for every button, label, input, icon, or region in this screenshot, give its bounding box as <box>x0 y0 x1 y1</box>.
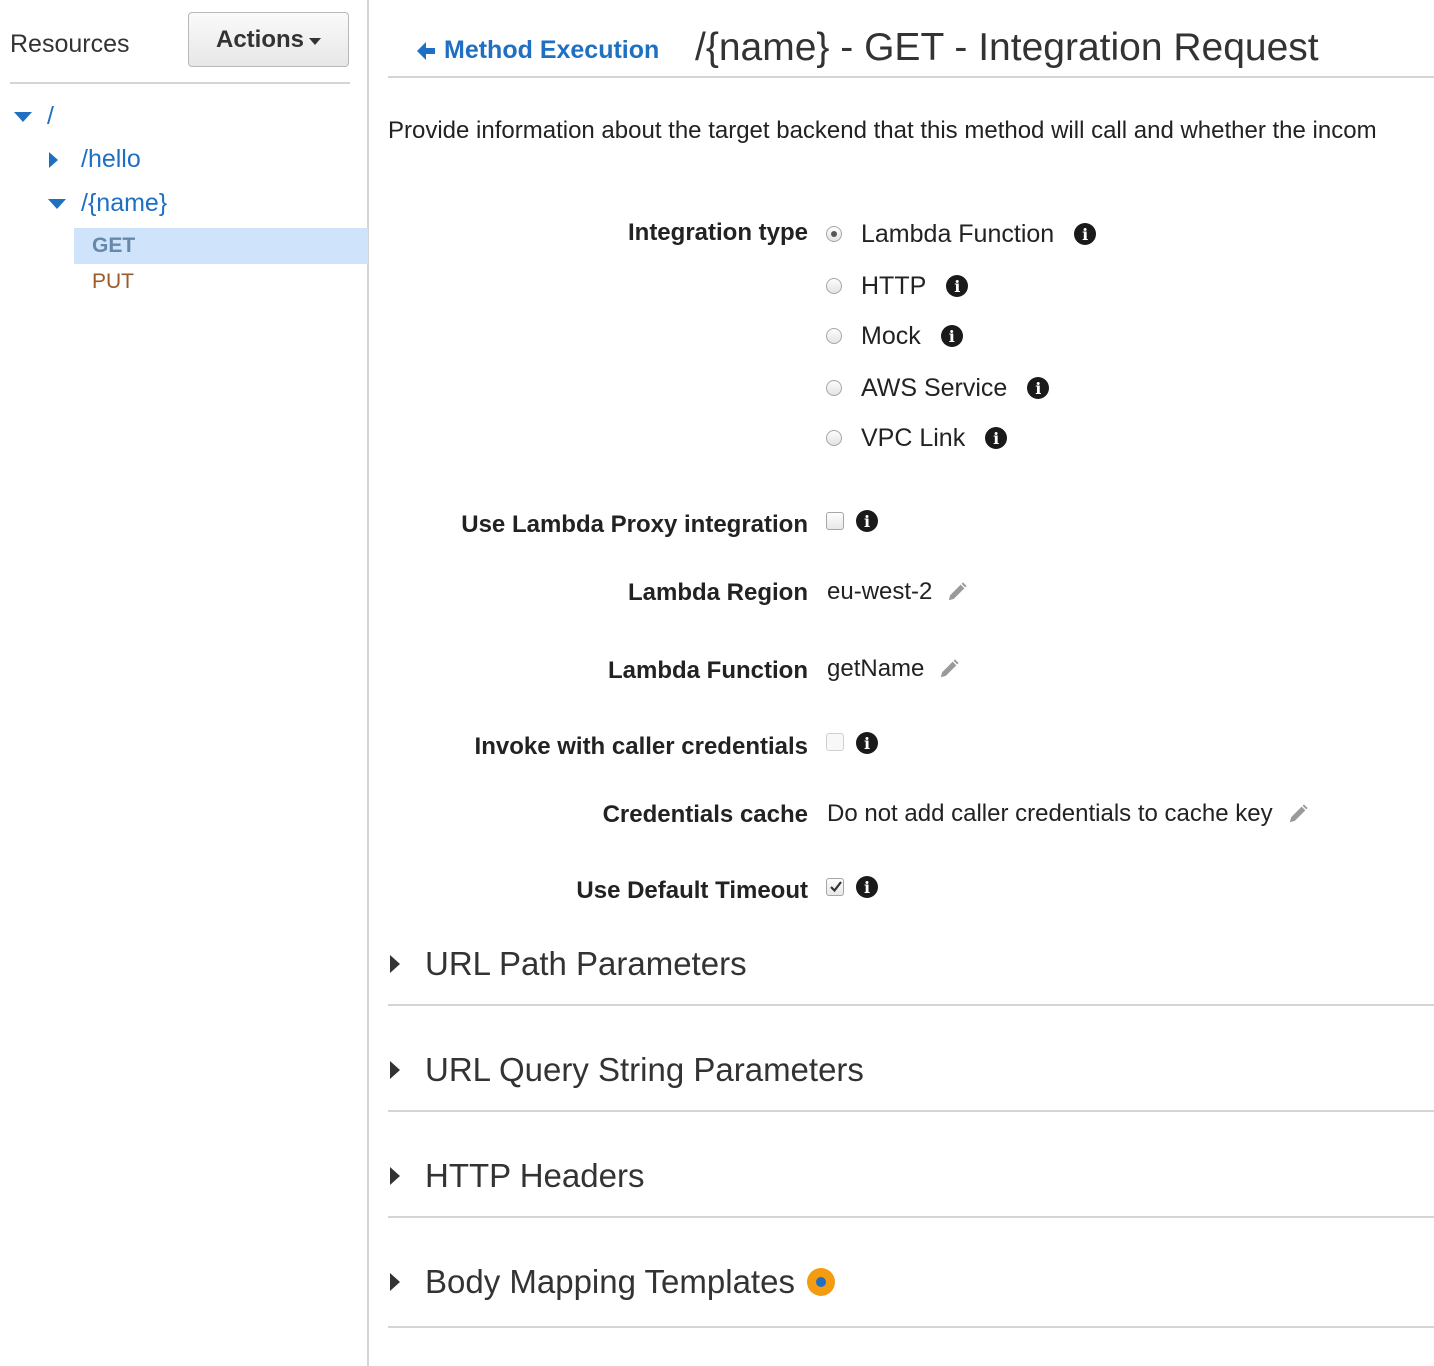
method-execution-label: Method Execution <box>444 36 660 64</box>
credentials-cache-value: Do not add caller credentials to cache k… <box>827 800 1273 827</box>
triangle-right-icon <box>49 151 58 168</box>
resources-title: Resources <box>10 30 130 58</box>
lambda-region-value: eu-west-2 <box>827 578 933 605</box>
actions-button[interactable]: Actions <box>188 12 349 67</box>
tree-item-hello[interactable]: /hello <box>49 145 141 174</box>
radio-option-aws-service[interactable]: AWS Service i <box>826 373 1050 403</box>
radio-option-http[interactable]: HTTP i <box>826 271 969 301</box>
default-timeout-label: Use Default Timeout <box>576 877 808 904</box>
tree-item-label: / <box>47 102 54 130</box>
warning-badge-icon <box>806 1268 835 1296</box>
radio-option-vpc-link[interactable]: VPC Link i <box>826 423 1008 453</box>
pencil-icon[interactable] <box>938 658 960 680</box>
page-description: Provide information about the target bac… <box>388 117 1377 144</box>
section-divider <box>388 1326 1434 1328</box>
radio-label: AWS Service <box>861 373 1008 402</box>
invoke-caller-credentials-label: Invoke with caller credentials <box>474 733 808 760</box>
radio-button[interactable] <box>826 226 842 242</box>
lambda-proxy-label: Use Lambda Proxy integration <box>461 511 808 538</box>
invoke-caller-credentials-checkbox[interactable] <box>826 733 844 751</box>
integration-type-label: Integration type <box>627 219 808 246</box>
tree-item-root[interactable]: / <box>14 102 54 131</box>
radio-label: Mock <box>861 321 921 350</box>
section-title: URL Path Parameters <box>425 945 747 982</box>
actions-button-label: Actions <box>215 25 304 53</box>
lambda-proxy-checkbox[interactable] <box>826 512 844 530</box>
info-icon[interactable]: i <box>1074 223 1097 245</box>
tree-item-label: /hello <box>81 145 141 173</box>
triangle-right-icon <box>390 1167 400 1185</box>
sidebar-divider <box>10 82 350 84</box>
section-divider <box>388 1110 1434 1112</box>
tree-item-label: /{name} <box>81 189 168 217</box>
section-body-mapping-templates[interactable]: Body Mapping Templates <box>388 1252 1434 1312</box>
info-icon[interactable]: i <box>856 876 878 898</box>
caret-down-icon <box>309 38 321 45</box>
resources-sidebar: Resources Actions / /hello /{name} GET P… <box>0 0 369 1366</box>
info-icon[interactable]: i <box>856 510 878 532</box>
header-divider <box>388 76 1434 78</box>
info-icon[interactable]: i <box>856 732 878 754</box>
section-title: HTTP Headers <box>425 1157 645 1194</box>
radio-button[interactable] <box>826 328 842 344</box>
lambda-region-value-row: eu-west-2 <box>827 578 968 606</box>
credentials-cache-value-row: Do not add caller credentials to cache k… <box>827 800 1309 828</box>
info-icon[interactable]: i <box>946 275 969 297</box>
pencil-icon[interactable] <box>946 581 968 603</box>
lambda-function-label: Lambda Function <box>608 657 808 684</box>
warning-dot <box>815 1277 826 1287</box>
radio-button[interactable] <box>826 380 842 396</box>
lambda-region-label: Lambda Region <box>627 579 808 606</box>
lambda-function-value: getName <box>827 655 925 682</box>
triangle-down-icon <box>48 198 66 209</box>
tree-method-get[interactable]: GET <box>74 228 368 264</box>
default-timeout-checkbox[interactable] <box>826 878 844 896</box>
section-divider <box>388 1216 1434 1218</box>
radio-label: VPC Link <box>861 423 966 452</box>
section-url-path-parameters[interactable]: URL Path Parameters <box>388 934 1434 994</box>
section-title: Body Mapping Templates <box>425 1263 795 1300</box>
info-icon[interactable]: i <box>940 325 963 347</box>
radio-label: Lambda Function <box>861 219 1055 248</box>
page-title: /{name} - GET - Integration Request <box>695 26 1319 69</box>
triangle-right-icon <box>390 1273 400 1291</box>
triangle-right-icon <box>390 1061 400 1079</box>
lambda-function-value-row: getName <box>827 655 960 683</box>
tree-item-name[interactable]: /{name} <box>48 189 167 218</box>
section-divider <box>388 1004 1434 1006</box>
info-icon[interactable]: i <box>985 427 1008 449</box>
radio-button[interactable] <box>826 430 842 446</box>
pencil-icon[interactable] <box>1287 803 1309 825</box>
section-url-query-string-parameters[interactable]: URL Query String Parameters <box>388 1040 1434 1100</box>
radio-label: HTTP <box>861 271 927 300</box>
credentials-cache-label: Credentials cache <box>602 801 808 828</box>
triangle-down-icon <box>14 111 32 122</box>
section-http-headers[interactable]: HTTP Headers <box>388 1146 1434 1206</box>
triangle-right-icon <box>390 955 400 973</box>
radio-option-lambda-function[interactable]: Lambda Function i <box>826 219 1097 249</box>
info-icon[interactable]: i <box>1027 377 1050 399</box>
radio-option-mock[interactable]: Mock i <box>826 321 963 351</box>
radio-button[interactable] <box>826 278 842 294</box>
checkmark-icon <box>830 881 842 893</box>
method-execution-link[interactable]: Method Execution <box>414 36 659 65</box>
tree-method-put[interactable]: PUT <box>74 264 368 300</box>
arrow-left-icon <box>417 41 435 60</box>
section-title: URL Query String Parameters <box>425 1051 864 1088</box>
